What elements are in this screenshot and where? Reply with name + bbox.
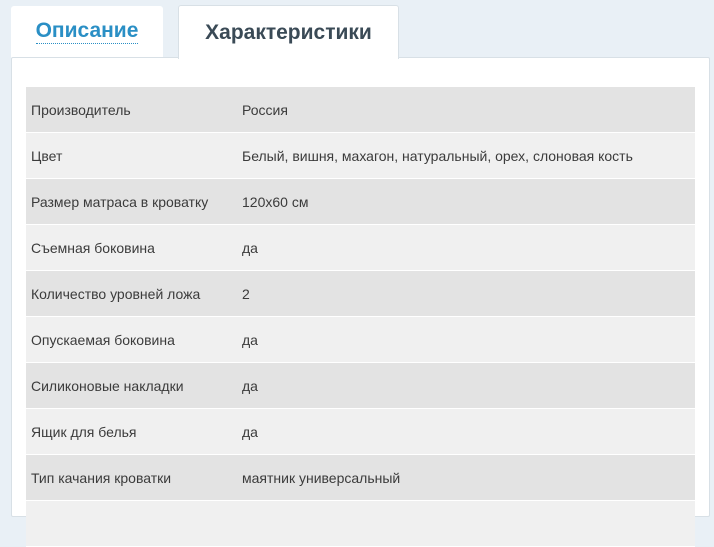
spec-row: Производитель Россия <box>26 87 695 133</box>
spec-key: Количество уровней ложа <box>26 270 224 317</box>
spec-value <box>224 500 695 547</box>
spec-value: да <box>224 362 695 409</box>
spec-key: Съемная боковина <box>26 224 224 271</box>
spec-row: Силиконовые накладки да <box>26 362 695 409</box>
spec-row: Ящик для белья да <box>26 408 695 455</box>
tab-specifications[interactable]: Характеристики <box>178 5 399 59</box>
spec-value: да <box>224 316 695 363</box>
spec-row: Опускаемая боковина да <box>26 316 695 363</box>
spec-value: 2 <box>224 270 695 317</box>
spec-key: Ящик для белья <box>26 408 224 455</box>
tab-specifications-label: Характеристики <box>205 20 372 44</box>
specifications-table: Производитель Россия Цвет Белый, вишня, мах… <box>26 87 695 547</box>
spec-row: Размер матраса в кроватку 120х60 см <box>26 178 695 225</box>
specifications-table-body: Производитель Россия Цвет Белый, вишня, мах… <box>26 87 695 547</box>
spec-row: Тип качания кроватки маятник универсальны… <box>26 454 695 501</box>
spec-value: да <box>224 224 695 271</box>
spec-key: Силиконовые накладки <box>26 362 224 409</box>
spec-row: Съемная боковина да <box>26 224 695 271</box>
spec-value: 120х60 см <box>224 178 695 225</box>
spec-value: маятник универсальный <box>224 454 695 501</box>
spec-key: Цвет <box>26 132 224 179</box>
spec-value: да <box>224 408 695 455</box>
spec-key: Тип качания кроватки <box>26 454 224 501</box>
spec-row: Количество уровней ложа 2 <box>26 270 695 317</box>
spec-row: Цвет Белый, вишня, махагон, натуральный, … <box>26 132 695 179</box>
spec-key: Размер матраса в кроватку <box>26 178 224 225</box>
tab-description[interactable]: Описание <box>11 6 163 58</box>
spec-value: Белый, вишня, махагон, натуральный, орех… <box>224 132 695 179</box>
spec-row <box>26 500 695 547</box>
spec-value: Россия <box>224 87 695 133</box>
tab-description-label[interactable]: Описание <box>35 20 139 44</box>
spec-key: Опускаемая боковина <box>26 316 224 363</box>
spec-key <box>26 500 224 547</box>
spec-key: Производитель <box>26 87 224 133</box>
